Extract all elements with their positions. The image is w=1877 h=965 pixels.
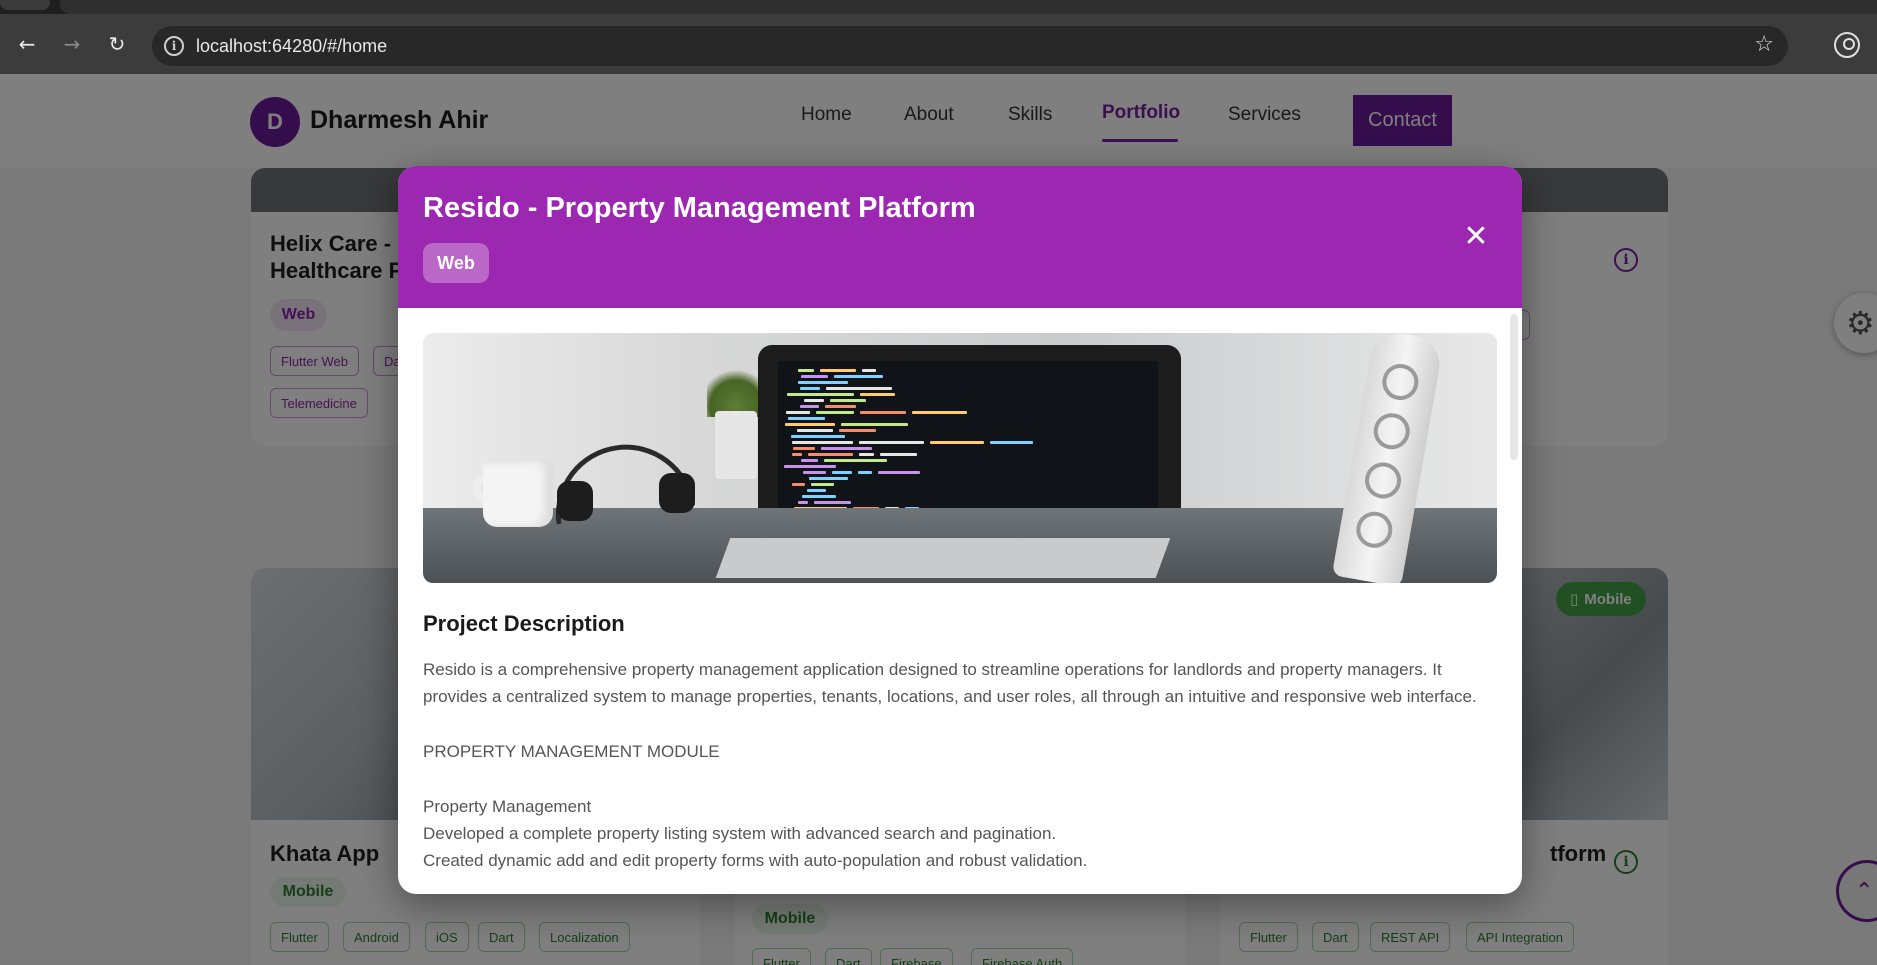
headphone-cup-graphic xyxy=(659,473,695,513)
arrow-right-icon: → xyxy=(63,32,81,56)
modal-title: Resido - Property Management Platform xyxy=(423,192,976,224)
speaker-ring xyxy=(1362,459,1404,502)
code-line xyxy=(834,375,883,378)
module-heading: PROPERTY MANAGEMENT MODULE xyxy=(423,742,720,761)
keyboard-graphic xyxy=(715,538,1171,578)
code-line xyxy=(787,393,854,396)
code-line xyxy=(841,423,908,426)
plant-pot-graphic xyxy=(715,411,757,479)
plant-graphic xyxy=(707,363,765,417)
code-line xyxy=(798,381,848,384)
code-line xyxy=(862,369,876,372)
project-detail-modal: Resido - Property Management Platform We… xyxy=(398,166,1522,894)
code-line xyxy=(830,399,866,402)
code-line xyxy=(839,429,876,432)
address-bar[interactable]: i localhost:64280/#/home ☆ xyxy=(152,26,1788,66)
reload-button[interactable]: ↻ xyxy=(101,28,133,60)
code-line xyxy=(798,369,814,372)
info-icon[interactable]: i xyxy=(164,36,184,56)
tab-stub[interactable] xyxy=(0,0,50,10)
close-button[interactable]: ✕ xyxy=(1458,218,1494,254)
modal-header: Resido - Property Management Platform We… xyxy=(398,166,1522,308)
code-line xyxy=(784,465,836,468)
code-line xyxy=(816,411,854,414)
code-line xyxy=(801,459,818,462)
code-line xyxy=(878,471,920,474)
project-intro: Resido is a comprehensive property manag… xyxy=(423,660,1477,706)
code-line xyxy=(798,501,808,504)
category-chip: Web xyxy=(423,243,489,283)
code-line xyxy=(801,375,828,378)
code-line xyxy=(814,501,851,504)
code-line xyxy=(832,471,852,474)
code-line xyxy=(786,411,810,414)
code-line xyxy=(785,423,835,426)
arrow-left-icon: ← xyxy=(18,32,36,56)
speaker-ring xyxy=(1379,361,1422,403)
close-icon: ✕ xyxy=(1463,218,1489,254)
reload-icon: ↻ xyxy=(108,32,126,56)
forward-button[interactable]: → xyxy=(56,28,88,60)
code-line xyxy=(792,441,853,444)
description-line: Developed a complete property listing sy… xyxy=(423,824,1057,843)
code-line xyxy=(930,441,984,444)
browser-toolbar: ← → ↻ i localhost:64280/#/home ☆ xyxy=(0,14,1877,74)
tab-bar xyxy=(60,0,1877,14)
project-hero-image xyxy=(423,333,1497,583)
modal-body: Project Description Resido is a comprehe… xyxy=(398,308,1522,894)
code-line xyxy=(797,429,833,432)
speaker-ring xyxy=(1353,508,1396,551)
code-line xyxy=(859,453,874,456)
code-line xyxy=(800,387,820,390)
code-line xyxy=(820,369,856,372)
code-line xyxy=(859,441,924,444)
code-line xyxy=(821,447,872,450)
code-line xyxy=(791,435,845,438)
code-line xyxy=(792,483,805,486)
code-line xyxy=(802,495,836,498)
section-title: Project Description xyxy=(423,611,625,636)
code-line xyxy=(880,453,917,456)
code-line xyxy=(808,453,853,456)
back-button[interactable]: ← xyxy=(11,28,43,60)
code-line xyxy=(825,405,856,408)
account-circle-icon[interactable] xyxy=(1834,32,1860,58)
code-line xyxy=(990,441,1033,444)
code-line xyxy=(809,477,848,480)
code-line xyxy=(800,405,819,408)
code-line xyxy=(912,411,967,414)
tab-strip xyxy=(0,0,1877,14)
code-line xyxy=(793,447,815,450)
mug-graphic xyxy=(483,461,553,527)
code-line xyxy=(803,471,826,474)
headphone-cup-graphic xyxy=(557,481,593,521)
code-line xyxy=(826,387,892,390)
code-line xyxy=(788,417,825,420)
code-line xyxy=(858,471,872,474)
star-icon[interactable]: ☆ xyxy=(1754,32,1774,57)
description-line: Created dynamic add and edit property fo… xyxy=(423,851,1088,870)
code-line xyxy=(824,459,887,462)
code-line xyxy=(792,453,802,456)
speaker-ring xyxy=(1370,410,1413,453)
code-line xyxy=(804,399,824,402)
code-line xyxy=(811,483,834,486)
url-text[interactable]: localhost:64280/#/home xyxy=(196,36,387,57)
sub-heading: Property Management xyxy=(423,797,592,816)
code-line xyxy=(860,393,895,396)
code-line xyxy=(860,411,906,414)
code-line xyxy=(807,489,826,492)
